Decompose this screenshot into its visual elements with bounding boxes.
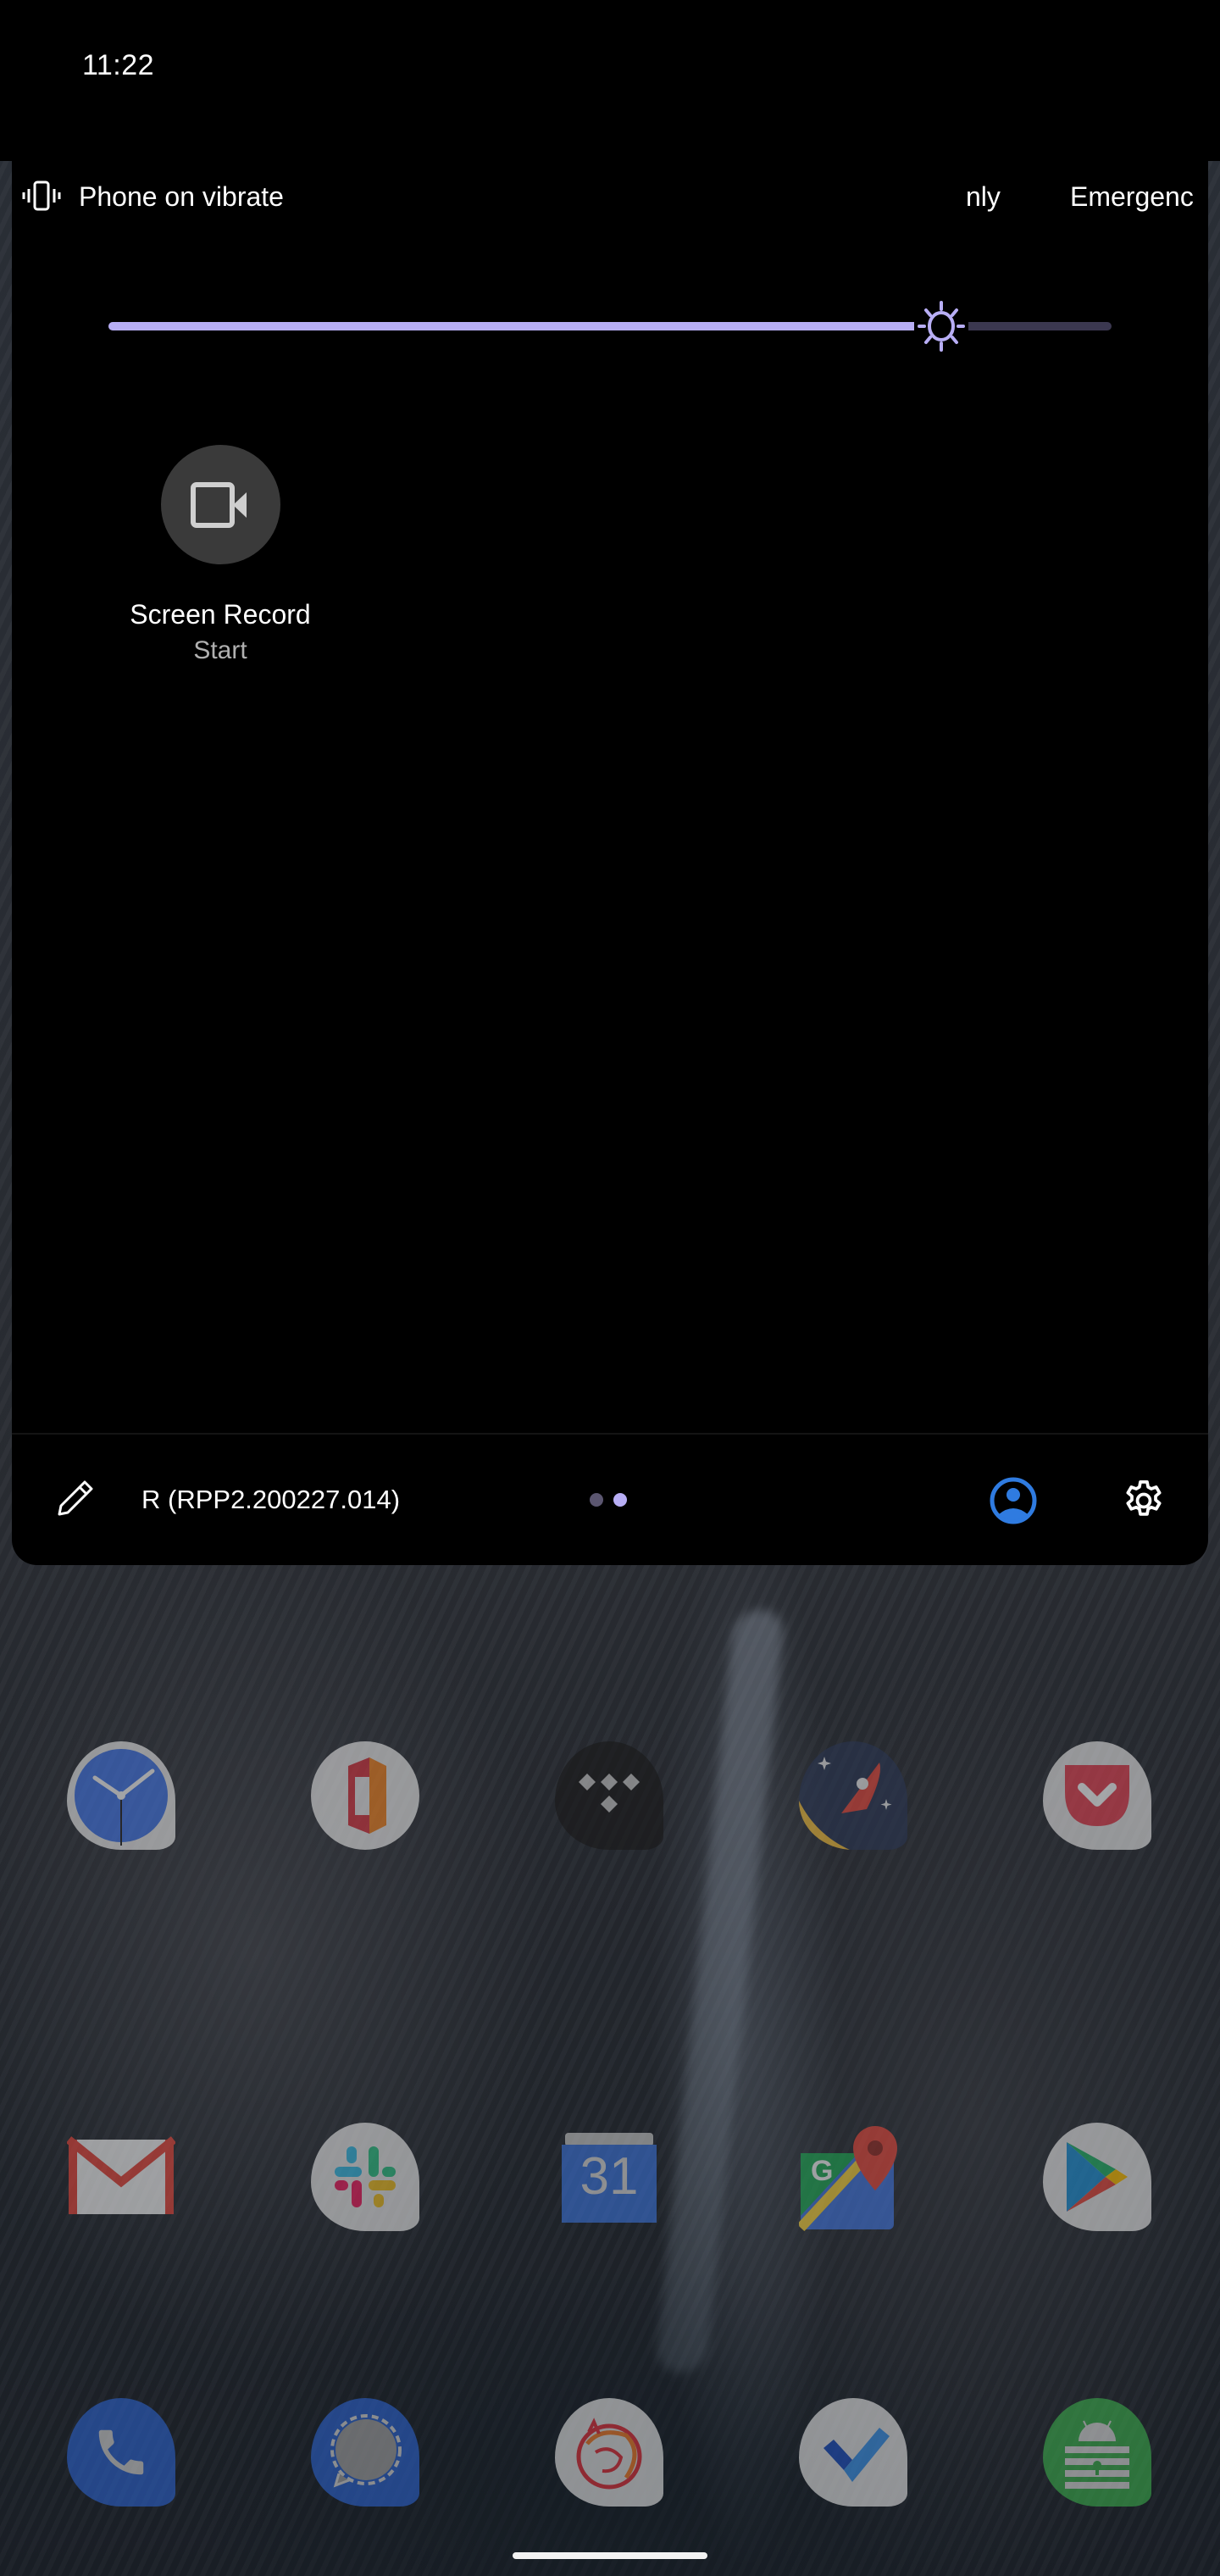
tile-state: Start	[193, 636, 247, 664]
app-pocket[interactable]	[1043, 1741, 1151, 1850]
status-clock: 11:22	[82, 49, 155, 81]
brightness-slider[interactable]	[108, 299, 1112, 353]
tile-label: Screen Record	[130, 599, 311, 630]
app-maps[interactable]: G	[799, 2123, 907, 2231]
app-clock[interactable]	[67, 1741, 175, 1850]
gesture-nav-handle[interactable]	[513, 2552, 707, 2559]
page-indicator	[590, 1493, 632, 1507]
app-firefox[interactable]	[555, 2398, 663, 2507]
firefox-icon	[576, 2418, 642, 2490]
office-icon	[348, 1757, 386, 1834]
tidal-icon	[579, 1774, 640, 1813]
rocket-icon	[799, 1757, 892, 1850]
clock-icon	[75, 1749, 168, 1846]
play-store-icon	[1067, 2142, 1128, 2212]
build-number[interactable]: R (RPP2.200227.014)	[141, 1485, 400, 1515]
slack-icon	[335, 2146, 396, 2207]
tile-screen-record-button[interactable]	[160, 445, 280, 564]
app-phone[interactable]	[67, 2398, 175, 2507]
brightness-sun-icon	[918, 301, 965, 352]
quick-settings-panel	[12, 0, 1208, 1565]
pencil-icon[interactable]	[54, 1477, 97, 1519]
maps-g-letter: G	[811, 2155, 834, 2187]
ringer-status-label[interactable]: Phone on vibrate	[79, 180, 284, 213]
app-rocket[interactable]	[799, 1741, 907, 1850]
app-keepass[interactable]	[1043, 2398, 1151, 2507]
calendar-date: 31	[580, 2147, 639, 2206]
brightness-fill	[108, 322, 916, 330]
app-calendar[interactable]: 31	[555, 2123, 663, 2231]
app-tidal[interactable]	[555, 1741, 663, 1850]
page-dot-2[interactable]	[613, 1493, 627, 1507]
page-dot-1[interactable]	[590, 1493, 603, 1507]
app-slack[interactable]	[311, 2123, 419, 2231]
vibrate-icon[interactable]	[22, 180, 61, 211]
keepass-icon	[1065, 2420, 1129, 2489]
gmail-icon	[67, 2136, 175, 2214]
phone-icon	[98, 2429, 144, 2475]
videocam-icon	[191, 481, 247, 528]
app-signal[interactable]	[311, 2398, 419, 2507]
tile-screen-record[interactable]: Screen Record Start	[119, 445, 322, 666]
app-play-store[interactable]	[1043, 2123, 1151, 2231]
gear-icon[interactable]	[1120, 1477, 1167, 1524]
carrier-text: nly	[966, 181, 1001, 212]
app-office[interactable]	[311, 1741, 419, 1850]
brightness-thumb[interactable]	[914, 299, 968, 353]
emergency-calls-text: Emergenc	[1070, 181, 1194, 212]
tasks-check-icon	[824, 2428, 890, 2482]
pocket-icon	[1065, 1765, 1129, 1826]
qs-footer-divider	[12, 1433, 1208, 1435]
account-circle-icon[interactable]	[990, 1477, 1037, 1524]
app-tasks[interactable]	[799, 2398, 907, 2507]
app-gmail[interactable]	[67, 2123, 175, 2231]
signal-icon	[330, 2414, 402, 2488]
